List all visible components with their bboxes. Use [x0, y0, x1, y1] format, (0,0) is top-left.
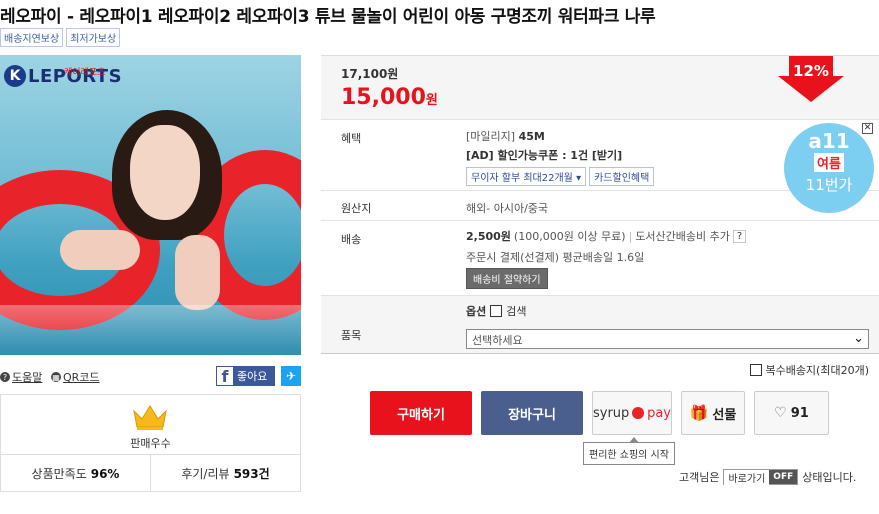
tag-list: 배송지연보상 최저가보상 [0, 28, 121, 47]
syrup-pay-button[interactable]: syrup pay [592, 391, 672, 435]
photo-face [130, 125, 200, 220]
search-checkbox[interactable] [490, 305, 503, 317]
shipping-row: 배송 2,500원 (100,000원 이상 무료) | 도서산간배송비 추가 … [321, 220, 879, 295]
option-select[interactable]: 선택하세요 ⌄ [466, 329, 869, 349]
multi-ship-row: 복수배송지(최대20개) [321, 353, 879, 383]
gift-icon: 🎁 [689, 404, 709, 422]
like-button[interactable]: ♡ 91 [754, 391, 829, 435]
shortcut-status: 고객님은 바로가기 OFF 상태입니다. [679, 469, 857, 485]
facebook-like-button[interactable]: f 좋아요 [216, 366, 275, 386]
photo-hand [175, 235, 220, 310]
qr-icon: ▦ [51, 372, 61, 382]
question-icon: ? [0, 372, 10, 382]
twitter-button[interactable]: ✈ [281, 366, 301, 386]
facebook-icon: f [216, 366, 234, 386]
heart-icon: ♡ [774, 405, 787, 421]
shipping-help-icon[interactable]: ? [732, 229, 747, 243]
buy-button[interactable]: 구매하기 [370, 391, 472, 435]
satisfaction-stat: 상품만족도 96% [31, 466, 120, 482]
product-image[interactable]: K LEPORTS 케이레포츠 [0, 55, 301, 355]
price-box: 17,100원 15,000원 12% [321, 55, 879, 119]
tag-lowest-price[interactable]: 최저가보상 [66, 28, 121, 47]
close-icon[interactable]: ✕ [862, 123, 873, 134]
multi-ship-checkbox[interactable] [750, 364, 763, 376]
twitter-icon: ✈ [285, 369, 297, 383]
chevron-down-icon: ⌄ [853, 331, 864, 346]
seller-grade: 판매우수 [130, 437, 171, 450]
photo-arm [60, 230, 140, 270]
crown-icon [133, 405, 167, 430]
tag-shipping-delay[interactable]: 배송지연보상 [0, 28, 64, 47]
seller-info-box: 판매우수 상품만족도 96% 후기/리뷰 593건 [0, 394, 301, 492]
original-price: 17,100원 [341, 67, 399, 81]
origin-value: 해외- 아시아/중국 [466, 202, 549, 215]
qr-link[interactable]: ▦ QR코드 [51, 369, 100, 385]
gift-button[interactable]: 🎁 선물 [681, 391, 745, 435]
syrup-dot-icon [632, 407, 645, 419]
syrup-pay-tooltip: 편리한 쇼핑의 시작 [583, 437, 675, 465]
card-discount-button[interactable]: 카드할인혜택 [589, 167, 655, 186]
help-link[interactable]: ? 도움말 [0, 369, 42, 385]
installment-button[interactable]: 무이자 할부 최대22개월 ▾ [466, 167, 587, 186]
coupon-link[interactable]: [AD] 할인가능쿠폰 : 1건 [받기] [466, 147, 622, 163]
photo-water [0, 305, 301, 355]
shortcut-toggle[interactable]: 바로가기 OFF [723, 469, 799, 485]
review-stat[interactable]: 후기/리뷰 593건 [150, 455, 300, 492]
dropdown-arrow-icon: ▾ [576, 173, 582, 184]
product-option-row: 품목 옵션 검색 선택하세요 ⌄ [321, 295, 879, 353]
brand-logo: K LEPORTS 케이레포츠 [4, 65, 122, 87]
discount-badge: 12% [778, 56, 844, 102]
save-shipping-button[interactable]: 배송비 절약하기 [466, 268, 548, 289]
sale-price: 15,000원 [341, 85, 438, 110]
cart-button[interactable]: 장바구니 [481, 391, 583, 435]
summer-11st-badge[interactable]: a11 여름 11번가 [784, 123, 874, 213]
product-title: 레오파이 - 레오파이1 레오파이2 레오파이3 튜브 물놀이 어린이 아동 구… [0, 7, 656, 27]
image-utility-bar: ? 도움말 ▦ QR코드 f 좋아요 ✈ [0, 366, 301, 386]
